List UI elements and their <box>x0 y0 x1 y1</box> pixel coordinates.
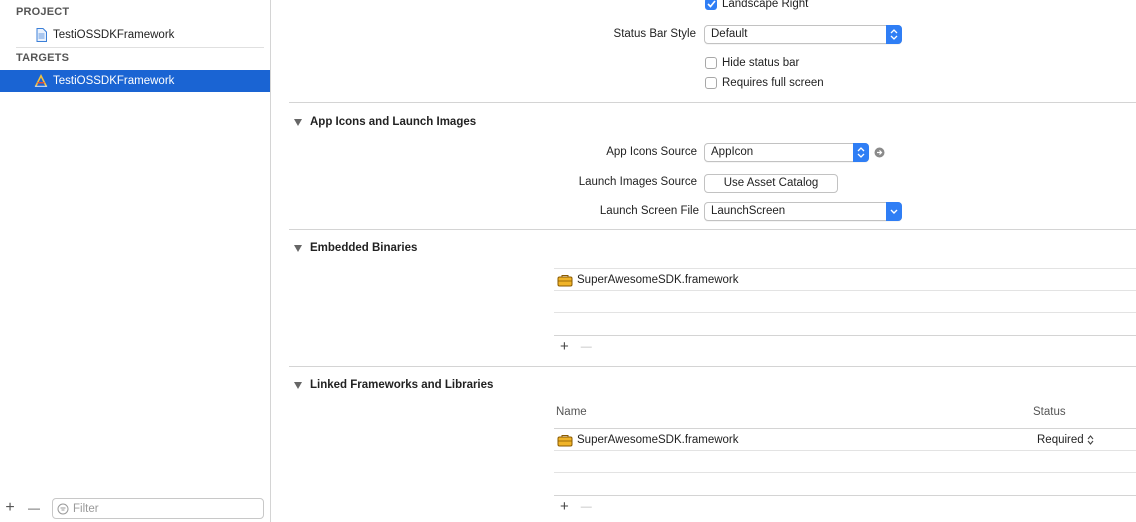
table-row[interactable]: SuperAwesomeSDK.framework <box>557 429 739 450</box>
checkbox-box <box>705 57 717 69</box>
remove-target-button[interactable]: — <box>26 498 42 518</box>
combo-chevron-icon <box>886 202 902 221</box>
launch-images-source-label: Launch Images Source <box>578 176 697 188</box>
app-icons-section-title: App Icons and Launch Images <box>310 116 477 128</box>
app-icons-source-popup[interactable]: AppIcon <box>704 143 869 162</box>
app-icons-section-header[interactable]: App Icons and Launch Images <box>294 116 476 128</box>
table-divider <box>554 472 1136 473</box>
linked-add-remove: + — <box>560 498 592 517</box>
filter-field[interactable]: Filter <box>52 498 264 519</box>
status-bar-style-label: Status Bar Style <box>613 28 696 40</box>
disclosure-triangle-icon <box>294 118 302 126</box>
status-popup[interactable]: Required <box>1037 429 1094 450</box>
launch-screen-file-combo[interactable]: LaunchScreen <box>704 202 902 221</box>
framework-toolbox-icon <box>557 273 573 287</box>
filter-icon <box>57 503 69 515</box>
stepper-arrows-icon <box>1087 434 1094 445</box>
table-divider <box>554 495 1136 496</box>
targets-section-header: TARGETS <box>16 52 70 64</box>
sidebar-item-target-label: TestiOSSDKFramework <box>53 75 175 87</box>
status-bar-style-popup[interactable]: Default <box>704 25 902 44</box>
checkbox-checked-icon <box>705 0 717 10</box>
project-section-header: PROJECT <box>16 6 70 18</box>
section-divider <box>289 229 1136 230</box>
landscape-right-label: Landscape Right <box>722 0 809 10</box>
embedded-binaries-section-title: Embedded Binaries <box>310 242 418 254</box>
section-divider <box>289 102 1136 103</box>
disclosure-triangle-icon <box>294 244 302 252</box>
column-header-status[interactable]: Status <box>1033 406 1066 418</box>
use-asset-catalog-button[interactable]: Use Asset Catalog <box>704 174 838 193</box>
linked-item-name: SuperAwesomeSDK.framework <box>577 433 739 446</box>
table-divider <box>554 450 1136 451</box>
table-divider <box>554 335 1136 336</box>
popup-arrows-icon <box>853 143 869 162</box>
embedded-item-name: SuperAwesomeSDK.framework <box>577 273 739 286</box>
embedded-binaries-table: SuperAwesomeSDK.framework <box>554 268 1136 336</box>
linked-remove-button[interactable]: — <box>581 498 592 517</box>
sidebar-item-project[interactable]: TestiOSSDKFramework <box>0 24 270 46</box>
linked-frameworks-section-title: Linked Frameworks and Libraries <box>310 379 494 391</box>
table-divider <box>554 312 1136 313</box>
requires-full-screen-checkbox[interactable]: Requires full screen <box>705 77 824 89</box>
embedded-add-button[interactable]: + <box>560 338 569 357</box>
section-divider <box>289 366 1136 367</box>
general-settings-pane: Landscape Right Status Bar Style Default… <box>271 0 1136 522</box>
hide-status-bar-label: Hide status bar <box>722 57 800 69</box>
embedded-add-remove: + — <box>560 338 592 357</box>
embedded-remove-button[interactable]: — <box>581 338 592 357</box>
hide-status-bar-checkbox[interactable]: Hide status bar <box>705 57 799 69</box>
landscape-right-checkbox[interactable]: Landscape Right <box>705 0 808 10</box>
launch-screen-file-value: LaunchScreen <box>711 205 786 217</box>
checkbox-box <box>705 77 717 89</box>
requires-full-screen-label: Requires full screen <box>722 77 824 89</box>
framework-toolbox-icon <box>557 433 573 447</box>
app-icons-source-label: App Icons Source <box>606 146 697 158</box>
go-to-asset-arrow-icon[interactable] <box>874 147 885 161</box>
target-app-icon <box>34 74 48 88</box>
status-bar-style-value: Default <box>711 28 748 40</box>
sidebar-item-target[interactable]: TestiOSSDKFramework <box>0 70 270 92</box>
launch-screen-file-label: Launch Screen File <box>599 205 699 217</box>
linked-frameworks-table: SuperAwesomeSDK.framework Required <box>554 428 1136 496</box>
embedded-binaries-section-header[interactable]: Embedded Binaries <box>294 242 417 254</box>
popup-arrows-icon <box>886 25 902 44</box>
sidebar-item-project-label: TestiOSSDKFramework <box>53 29 175 41</box>
linked-item-status: Required <box>1037 433 1084 446</box>
linked-frameworks-section-header[interactable]: Linked Frameworks and Libraries <box>294 379 493 391</box>
project-navigator-sidebar: PROJECT TestiOSSDKFramework TARGETS Test… <box>0 0 271 522</box>
filter-placeholder: Filter <box>73 502 99 515</box>
app-icons-source-value: AppIcon <box>711 146 754 158</box>
table-divider <box>554 290 1136 291</box>
sidebar-divider <box>16 47 264 48</box>
add-target-button[interactable]: + <box>2 498 18 518</box>
table-row[interactable]: SuperAwesomeSDK.framework <box>557 269 739 290</box>
disclosure-triangle-icon <box>294 381 302 389</box>
project-file-icon <box>34 28 48 42</box>
linked-add-button[interactable]: + <box>560 498 569 517</box>
column-header-name[interactable]: Name <box>556 406 587 418</box>
sidebar-footer: + — Filter <box>0 496 270 522</box>
